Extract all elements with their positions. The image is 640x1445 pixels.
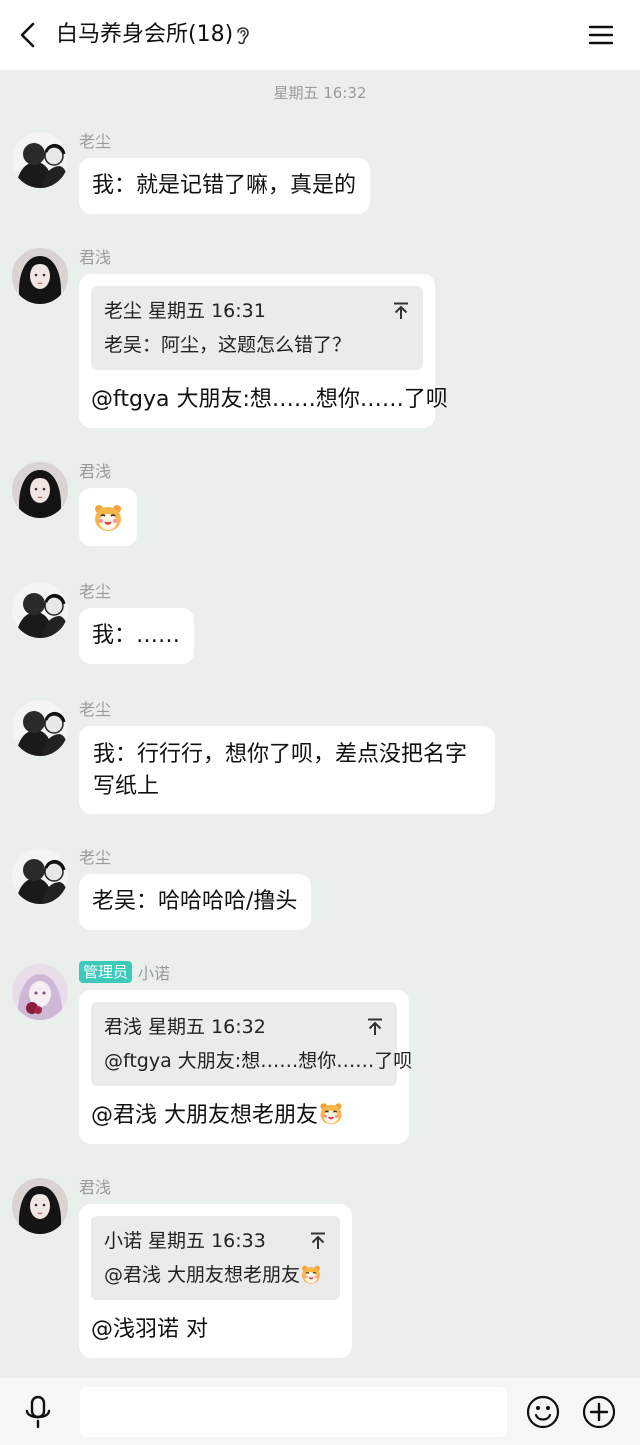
message-bubble[interactable]: 君浅 星期五 16:32 @ftgya 大朋友:想……想你……了呗 @君浅 大朋…: [79, 990, 413, 1144]
message-bubble[interactable]: 我：就是记错了嘛，真是的: [79, 158, 371, 214]
avatar[interactable]: [12, 848, 68, 904]
smiley-icon[interactable]: [526, 1395, 560, 1429]
jump-to-top-icon[interactable]: [393, 302, 409, 320]
sender-name: 小诺: [138, 964, 171, 983]
message-text-row: @君浅 大朋友想老朋友: [91, 1086, 397, 1132]
message-text: @ftgya 大朋友:想……想你……了呗: [91, 387, 448, 412]
sender-row: 管理员 小诺: [79, 960, 170, 984]
avatar[interactable]: [12, 248, 68, 304]
quoted-reply[interactable]: 君浅 星期五 16:32 @ftgya 大朋友:想……想你……了呗: [91, 1002, 413, 1086]
quote-text: @ftgya 大朋友:想……想你……了呗: [104, 1050, 413, 1072]
sender-name: 老尘: [79, 132, 112, 151]
message-bubble[interactable]: 老尘 星期五 16:31 老吴：阿尘，这题怎么错了？ @ftgya 大朋友:想……: [79, 274, 448, 428]
hamburger-menu-icon[interactable]: [586, 20, 616, 50]
quote-text: @君浅 大朋友想老朋友: [104, 1264, 301, 1286]
plus-circle-icon[interactable]: [582, 1395, 616, 1429]
avatar[interactable]: [12, 1178, 68, 1234]
avatar[interactable]: [12, 132, 68, 188]
hamster-emoji-icon: [300, 1263, 322, 1285]
message-input[interactable]: [80, 1387, 507, 1437]
avatar[interactable]: [12, 462, 68, 518]
avatar[interactable]: [12, 700, 68, 756]
ear-icon[interactable]: [234, 24, 252, 46]
chat-message-list[interactable]: 星期五 16:32 老尘 我：就是记错了嘛，真是的 君浅 老尘 星期五 16:3…: [0, 70, 640, 1378]
quote-header: 小诺 星期五 16:33: [104, 1230, 266, 1252]
avatar[interactable]: [12, 964, 68, 1020]
group-title: 白马养身会所(18): [56, 22, 234, 47]
chevron-left-icon[interactable]: [14, 20, 44, 50]
quote-header: 君浅 星期五 16:32: [104, 1016, 266, 1038]
sender-name: 君浅: [79, 462, 112, 481]
message-bubble[interactable]: 我：行行行，想你了呗，差点没把名字写纸上: [79, 726, 495, 814]
avatar[interactable]: [12, 582, 68, 638]
message-bubble[interactable]: 我：……: [79, 608, 195, 664]
message-bubble[interactable]: 小诺 星期五 16:33 @君浅 大朋友想老朋友 @浅羽诺 对: [79, 1204, 352, 1358]
jump-to-top-icon[interactable]: [367, 1018, 383, 1036]
sender-name: 君浅: [79, 248, 112, 267]
admin-badge: 管理员: [79, 961, 133, 983]
chat-header: 白马养身会所(18): [0, 0, 640, 70]
microphone-icon[interactable]: [22, 1395, 54, 1429]
time-separator: 星期五 16:32: [273, 84, 367, 102]
sender-name: 老尘: [79, 848, 112, 867]
sticker-bubble[interactable]: [79, 488, 137, 546]
quoted-reply[interactable]: 小诺 星期五 16:33 @君浅 大朋友想老朋友: [91, 1216, 340, 1300]
hamster-emoji-icon: [318, 1100, 344, 1126]
message-text: @浅羽诺 对: [91, 1317, 208, 1342]
quote-header: 老尘 星期五 16:31: [104, 300, 266, 322]
quote-text-row: @君浅 大朋友想老朋友: [104, 1258, 328, 1292]
hamster-emoji-icon: [92, 501, 124, 533]
input-bar: [0, 1378, 640, 1445]
sender-name: 君浅: [79, 1178, 112, 1197]
message-bubble[interactable]: 老吴：哈哈哈哈/撸头: [79, 874, 312, 930]
jump-to-top-icon[interactable]: [310, 1232, 326, 1250]
quoted-reply[interactable]: 老尘 星期五 16:31 老吴：阿尘，这题怎么错了？: [91, 286, 423, 370]
sender-name: 老尘: [79, 582, 112, 601]
message-text: @君浅 大朋友想老朋友: [91, 1103, 318, 1128]
quote-text: 老吴：阿尘，这题怎么错了？: [104, 334, 352, 356]
sender-name: 老尘: [79, 700, 112, 719]
